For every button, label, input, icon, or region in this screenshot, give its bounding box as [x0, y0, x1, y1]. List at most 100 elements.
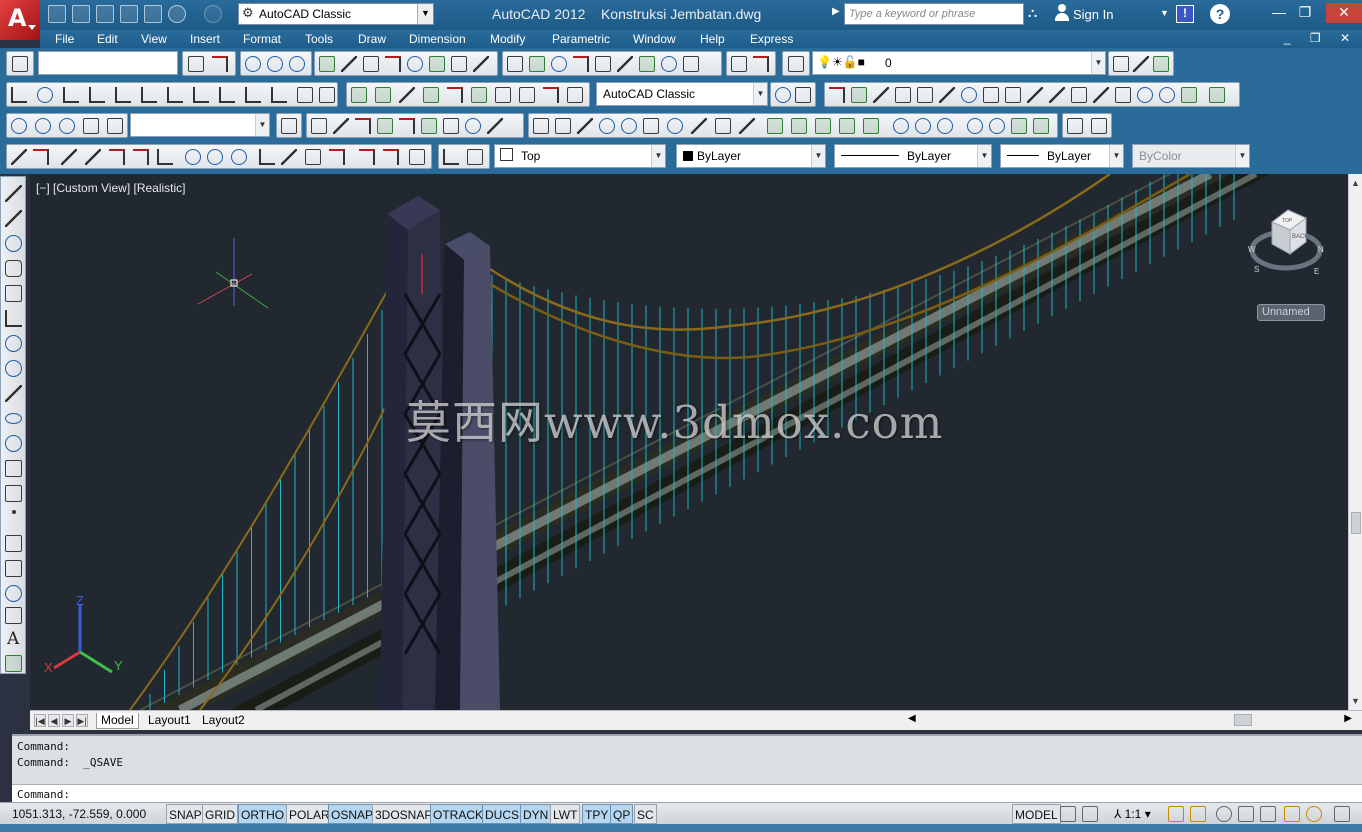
undo-icon[interactable]: [168, 5, 186, 23]
wedge-icon[interactable]: [577, 118, 593, 134]
dim-style-dropdown[interactable]: AutoCAD Classic ▼: [596, 82, 768, 106]
menu-view[interactable]: View: [141, 32, 167, 46]
layer-states-icon[interactable]: [1153, 56, 1169, 72]
snap-insert-icon[interactable]: [305, 149, 321, 165]
revolve-icon[interactable]: [407, 56, 423, 72]
table-icon[interactable]: [1091, 118, 1107, 134]
compass-west[interactable]: W: [1248, 245, 1256, 254]
section-icon[interactable]: [617, 56, 633, 72]
hatch-icon[interactable]: [5, 535, 22, 552]
toggle-sc[interactable]: SC: [634, 804, 657, 824]
snap-from-icon[interactable]: [33, 149, 49, 165]
drawing-viewport[interactable]: [−] [Custom View] [Realistic] 莫西网www.3dm…: [30, 174, 1348, 710]
helix-icon[interactable]: [715, 118, 731, 134]
ellipse-icon[interactable]: [5, 413, 22, 424]
auto-scale-icon[interactable]: [1190, 806, 1206, 822]
jogged-linear-icon[interactable]: [399, 87, 415, 103]
horizontal-scrollbar[interactable]: ◀ ▶: [908, 713, 1352, 728]
maximize-button[interactable]: ❐: [1292, 3, 1318, 23]
rotate-icon[interactable]: [961, 87, 977, 103]
save-icon[interactable]: [96, 5, 114, 23]
layer-walk-icon[interactable]: [731, 56, 747, 72]
polygon-icon[interactable]: [5, 260, 22, 277]
new-icon[interactable]: [48, 5, 66, 23]
quick-view-drawings-icon[interactable]: [1082, 806, 1098, 822]
command-input[interactable]: Command:: [12, 784, 1362, 804]
toggle-snap[interactable]: SNAP: [166, 804, 205, 824]
snap-midpoint-icon[interactable]: [85, 149, 101, 165]
polyline-icon[interactable]: [5, 235, 22, 252]
inspect-icon[interactable]: [375, 87, 391, 103]
presspull-icon[interactable]: [385, 56, 401, 72]
convert-icon[interactable]: [683, 56, 699, 72]
mesh-icon[interactable]: [661, 56, 677, 72]
area-icon[interactable]: [333, 118, 349, 134]
3d-align-icon[interactable]: [1011, 118, 1027, 134]
union-icon[interactable]: [893, 118, 909, 134]
3d-rotate-icon[interactable]: [989, 118, 1005, 134]
move-icon[interactable]: [939, 87, 955, 103]
linear-dim-icon[interactable]: [11, 87, 27, 103]
zoom-previous-icon[interactable]: [107, 118, 123, 134]
view-dropdown[interactable]: Top ▼: [494, 144, 666, 168]
id-point-icon[interactable]: [399, 118, 415, 134]
box-icon[interactable]: [319, 56, 335, 72]
point-icon[interactable]: [12, 510, 16, 514]
search-input[interactable]: Type a keyword or phrase: [844, 3, 1024, 25]
copy-icon[interactable]: [851, 87, 867, 103]
layer-icon[interactable]: [465, 118, 481, 134]
trim-icon[interactable]: [1027, 87, 1043, 103]
pyramid-icon[interactable]: [691, 118, 707, 134]
scroll-down-icon[interactable]: ▼: [1351, 696, 1360, 706]
3d-move-icon[interactable]: [967, 118, 983, 134]
redo-icon[interactable]: [204, 5, 222, 23]
sign-in-button[interactable]: Sign In: [1073, 7, 1113, 22]
distance-icon[interactable]: [311, 118, 327, 134]
loft-icon[interactable]: [451, 56, 467, 72]
compass-south[interactable]: S: [1254, 265, 1259, 274]
union-icon[interactable]: [473, 56, 489, 72]
temp-track-icon[interactable]: [11, 149, 27, 165]
snap-node-icon[interactable]: [329, 149, 345, 165]
solid-icon[interactable]: [529, 56, 545, 72]
lightbulb-icon[interactable]: [1306, 806, 1322, 822]
dim-override-icon[interactable]: [567, 87, 583, 103]
layers-icon[interactable]: [788, 56, 804, 72]
toggle-qp[interactable]: QP: [610, 804, 634, 824]
snap-endpoint-icon[interactable]: [61, 149, 77, 165]
scroll-up-icon[interactable]: ▲: [1351, 178, 1360, 188]
add-selected-icon[interactable]: [5, 655, 22, 672]
view-icon[interactable]: [267, 56, 283, 72]
sweep-icon[interactable]: [429, 56, 445, 72]
toggle-polar[interactable]: POLAR: [286, 804, 333, 824]
polysolid-icon[interactable]: [533, 118, 549, 134]
presspull-icon[interactable]: [791, 118, 807, 134]
chevron-down-icon[interactable]: ▼: [1160, 8, 1169, 18]
planar-surface-icon[interactable]: [739, 118, 755, 134]
menu-help[interactable]: Help: [700, 32, 725, 46]
ellipse-arc-icon[interactable]: [5, 435, 22, 452]
interfere-icon[interactable]: [595, 56, 611, 72]
fillet-icon[interactable]: [1137, 87, 1153, 103]
open-icon[interactable]: [72, 5, 90, 23]
menu-draw[interactable]: Draw: [358, 32, 386, 46]
view-icon[interactable]: [245, 56, 261, 72]
explode-icon[interactable]: [1181, 87, 1197, 103]
jogged-dim-icon[interactable]: [115, 87, 131, 103]
tab-model[interactable]: Model: [96, 713, 139, 729]
clean-screen-icon[interactable]: [1334, 806, 1350, 822]
continue-dim-icon[interactable]: [245, 87, 261, 103]
user-icon[interactable]: [1054, 4, 1070, 22]
dim-edit-icon[interactable]: [423, 87, 439, 103]
ordinate-dim-icon[interactable]: [63, 87, 79, 103]
tab-layout1[interactable]: Layout1: [144, 713, 195, 729]
ucs-manager-icon[interactable]: [467, 149, 483, 165]
boundary-icon[interactable]: [443, 118, 459, 134]
snap-nearest-icon[interactable]: [359, 149, 375, 165]
plot-style-dropdown[interactable]: ByColor ▼: [1132, 144, 1250, 168]
layer-previous-icon[interactable]: [1133, 56, 1149, 72]
radius-dim-icon[interactable]: [89, 87, 105, 103]
previous-tab-icon[interactable]: ◀: [48, 714, 60, 727]
dim-space-icon[interactable]: [271, 87, 287, 103]
osnap-settings-icon[interactable]: [409, 149, 425, 165]
